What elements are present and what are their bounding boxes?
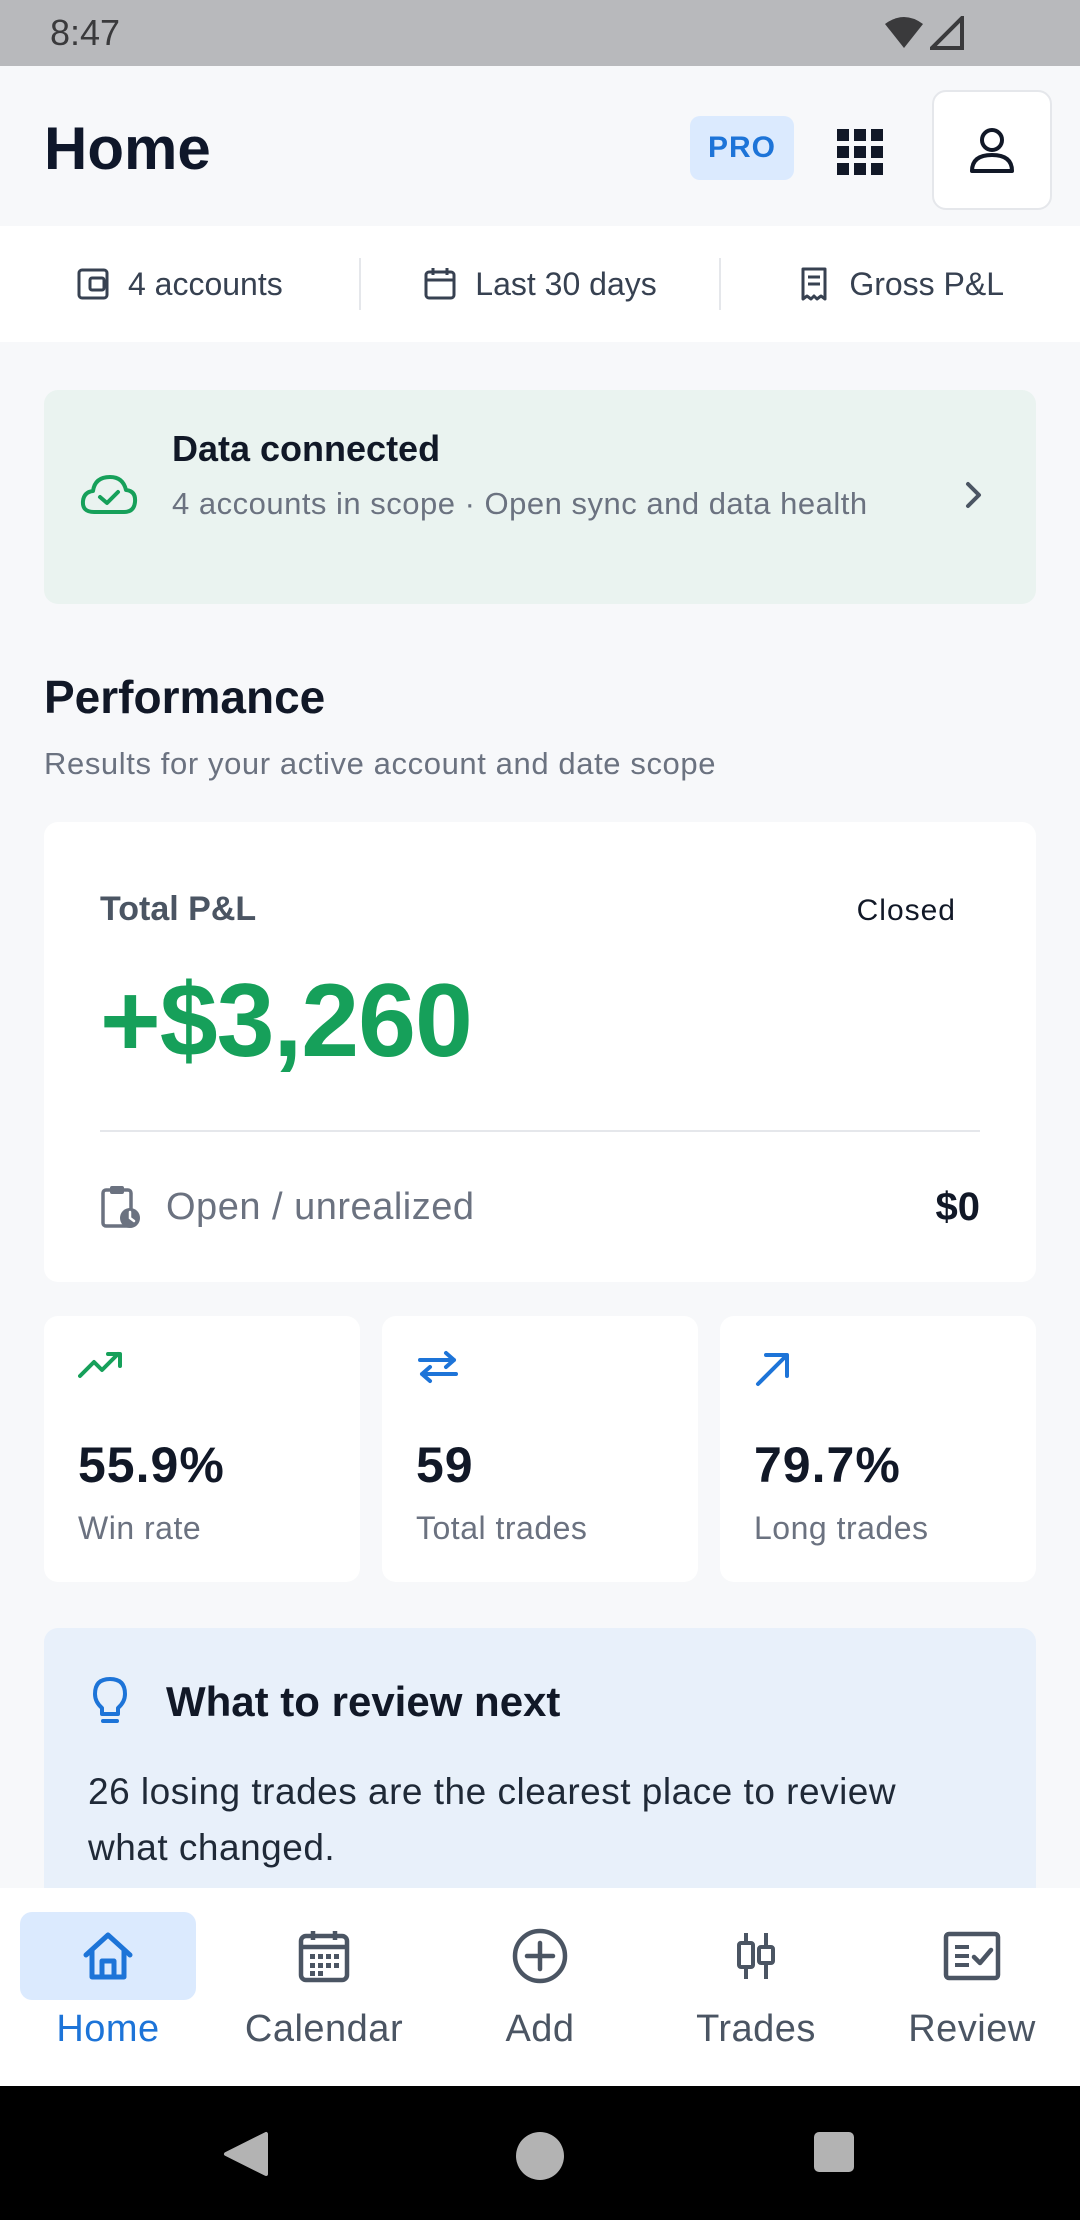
user-icon [970, 128, 1014, 173]
nav-review-label: Review [908, 2008, 1036, 2050]
bottom-nav: Home Calendar Add Trades Review [0, 1888, 1080, 2086]
divider [100, 1130, 980, 1132]
stat-card-total-trades[interactable]: 59 Total trades [382, 1316, 698, 1582]
add-circle-icon [512, 1928, 568, 1984]
win-rate-label: Win rate [78, 1510, 202, 1546]
long-trades-value: 79.7% [754, 1437, 901, 1493]
signal-icon [930, 16, 964, 50]
recents-square-icon[interactable] [812, 2130, 856, 2174]
receipt-icon [801, 267, 827, 301]
accounts-filter[interactable]: 4 accounts [0, 226, 359, 342]
wallet-icon [77, 268, 109, 300]
app-header: Home PRO [0, 66, 1080, 226]
pnl-mode-label: Gross P&L [849, 265, 1005, 302]
win-rate-value: 55.9% [78, 1437, 225, 1493]
performance-subtitle: Results for your active account and date… [44, 746, 717, 781]
chevron-right-icon [966, 482, 981, 508]
data-status-title: Data connected [172, 428, 441, 469]
total-pnl-state: Closed [856, 894, 956, 927]
status-icons [884, 16, 964, 50]
date-range-filter[interactable]: Last 30 days [361, 226, 720, 342]
open-unrealized-label: Open / unrealized [166, 1185, 475, 1228]
nav-calendar-label: Calendar [244, 2008, 404, 2050]
home-icon [83, 1932, 133, 1980]
arrow-up-right-icon [756, 1353, 789, 1386]
nav-add-label: Add [505, 2008, 575, 2050]
lightbulb-icon [93, 1677, 127, 1723]
total-trades-value: 59 [416, 1437, 474, 1493]
data-status-card[interactable]: Data connected 4 accounts in scope · Ope… [44, 390, 1036, 604]
apps-grid-button[interactable] [830, 122, 890, 182]
wifi-icon [885, 17, 923, 48]
trending-up-icon [78, 1352, 122, 1378]
review-title: What to review next [166, 1678, 561, 1725]
open-unrealized-row: Open / unrealized $0 [100, 1172, 980, 1242]
review-text: 26 losing trades are the clearest place … [88, 1771, 897, 1868]
profile-button[interactable] [932, 90, 1052, 210]
pro-badge[interactable]: PRO [690, 116, 794, 180]
nav-calendar[interactable]: Calendar [216, 1888, 432, 2086]
total-trades-label: Total trades [416, 1510, 588, 1546]
system-nav-bar [0, 2086, 1080, 2220]
grid-icon [837, 129, 883, 175]
review-next-card[interactable]: What to review next 26 losing trades are… [44, 1628, 1036, 1888]
pnl-mode-filter[interactable]: Gross P&L [721, 226, 1080, 342]
open-unrealized-value: $0 [935, 1184, 981, 1229]
stat-card-long-trades[interactable]: 79.7% Long trades [720, 1316, 1036, 1582]
back-icon[interactable] [222, 2130, 270, 2178]
calendar-icon [424, 268, 456, 300]
total-pnl-value: +$3,260 [100, 963, 473, 1079]
status-time: 8:47 [50, 12, 121, 53]
status-bar: 8:47 [0, 0, 1080, 66]
stat-card-win-rate[interactable]: 55.9% Win rate [44, 1316, 360, 1582]
candlestick-icon [737, 1933, 775, 1979]
page-title: Home [44, 115, 211, 182]
nav-review[interactable]: Review [864, 1888, 1080, 2086]
long-trades-label: Long trades [754, 1510, 929, 1546]
performance-title: Performance [44, 671, 326, 723]
nav-home[interactable]: Home [0, 1888, 216, 2086]
swap-arrows-icon [418, 1351, 458, 1383]
nav-home-label: Home [56, 2008, 160, 2050]
accounts-filter-label: 4 accounts [127, 265, 283, 302]
total-pnl-card: Total P&L Closed +$3,260 Open / unrealiz… [44, 822, 1036, 1282]
calendar-icon [298, 1931, 350, 1983]
scope-bar: 4 accounts Last 30 days Gross P&L [0, 226, 1080, 342]
review-checklist-icon [943, 1931, 1001, 1981]
total-pnl-label: Total P&L [100, 890, 257, 928]
home-circle-icon[interactable] [514, 2130, 566, 2182]
date-range-label: Last 30 days [475, 265, 657, 302]
cloud-check-icon [80, 475, 138, 514]
nav-add[interactable]: Add [432, 1888, 648, 2086]
nav-trades-label: Trades [696, 2008, 816, 2050]
data-status-subtitle: 4 accounts in scope · Open sync and data… [172, 486, 868, 521]
stats-row: 55.9% Win rate 59 Total trades 79.7% Lon… [44, 1316, 1036, 1582]
nav-trades[interactable]: Trades [648, 1888, 864, 2086]
clipboard-clock-icon [101, 1186, 140, 1228]
